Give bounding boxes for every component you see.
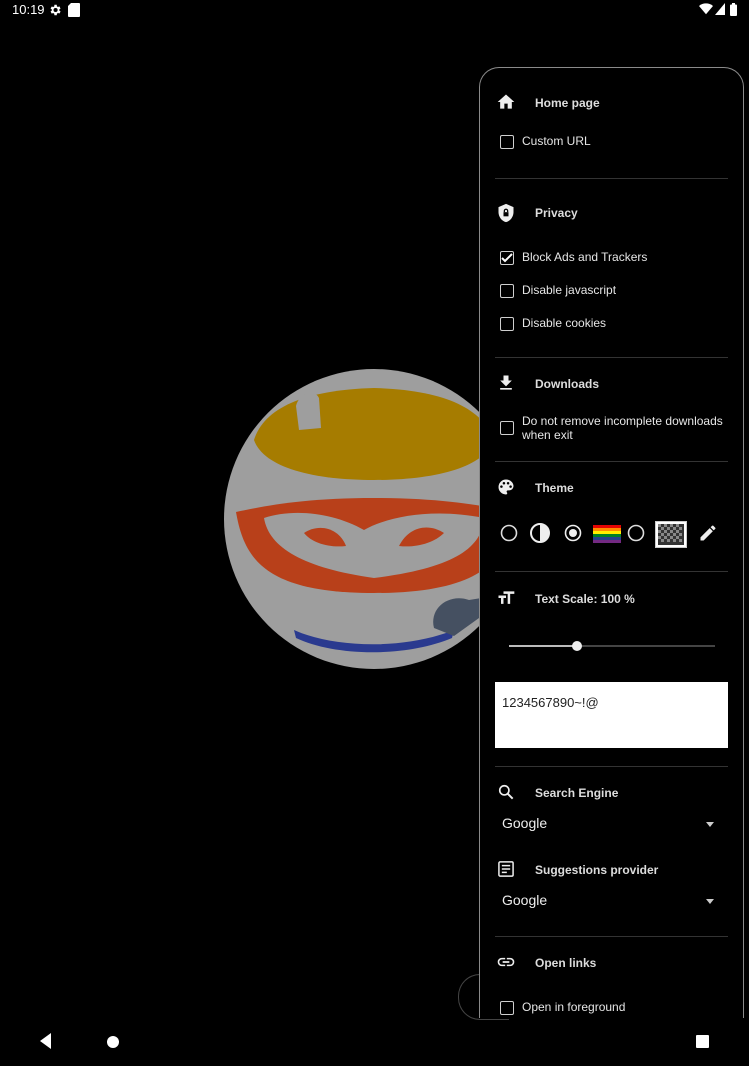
suggestions-provider-dropdown[interactable]: Google — [502, 890, 722, 914]
settings-icon — [50, 4, 61, 16]
palette-icon — [498, 479, 514, 495]
search-engine-dropdown[interactable]: Google — [502, 813, 722, 837]
settings-drawer: Home page Custom URL Privacy Block Ads a… — [479, 67, 744, 1018]
theme-option-light-radio[interactable] — [499, 523, 519, 543]
dropdown-arrow-icon — [706, 899, 714, 904]
checkbox-box[interactable] — [500, 135, 514, 149]
checkbox-label: Disable javascript — [522, 283, 617, 297]
edit-pencil-icon[interactable] — [698, 523, 718, 543]
section-suggestions-provider: Suggestions provider — [496, 859, 736, 883]
text-size-icon — [498, 591, 515, 604]
divider — [495, 766, 728, 767]
divider — [495, 178, 728, 179]
checkbox-label: Disable cookies — [522, 316, 607, 330]
list-article-icon — [498, 861, 514, 877]
rainbow-theme-icon[interactable] — [593, 525, 621, 543]
home-nav-icon[interactable] — [106, 1035, 120, 1049]
section-title: Suggestions provider — [535, 863, 659, 877]
checkbox-label: Block Ads and Trackers — [522, 250, 648, 264]
section-theme: Theme — [496, 477, 736, 501]
checkbox-label: Custom URL — [522, 134, 591, 148]
text-scale-sample-input[interactable]: 1234567890~!@ — [495, 682, 728, 748]
section-title: Theme — [535, 481, 574, 495]
divider — [495, 571, 728, 572]
divider — [495, 461, 728, 462]
sd-card-icon — [68, 3, 80, 17]
link-icon — [497, 957, 515, 967]
recents-icon[interactable] — [696, 1035, 709, 1048]
divider — [495, 936, 728, 937]
slider-thumb[interactable] — [571, 641, 582, 651]
section-open-links: Open links — [496, 952, 736, 976]
section-privacy: Privacy — [496, 202, 736, 226]
dropdown-arrow-icon — [706, 822, 714, 827]
status-time: 10:19 — [12, 2, 45, 17]
theme-option-custom-radio[interactable] — [626, 523, 646, 543]
shield-lock-icon — [498, 203, 514, 223]
section-home-page: Home page — [496, 92, 736, 116]
dropdown-value: Google — [502, 815, 548, 831]
search-icon — [498, 784, 514, 800]
section-title: Open links — [535, 956, 597, 970]
checkbox-box[interactable] — [500, 251, 514, 265]
section-title: Downloads — [535, 377, 600, 391]
download-icon — [500, 375, 512, 390]
section-search-engine: Search Engine — [496, 782, 736, 806]
section-title: Home page — [535, 96, 600, 110]
status-bar: 10:19 — [0, 0, 749, 22]
home-icon — [497, 94, 515, 109]
theme-contrast-icon[interactable] — [529, 522, 551, 544]
section-title: Text Scale: 100 % — [535, 592, 635, 606]
checkbox-box[interactable] — [500, 1001, 514, 1015]
navigation-bar — [0, 1018, 749, 1066]
section-title: Privacy — [535, 206, 578, 220]
checkbox-label: Do not remove incomplete downloads when … — [522, 414, 723, 442]
slider-fill — [509, 645, 577, 647]
checkbox-box[interactable] — [500, 317, 514, 331]
section-text-scale: Text Scale: 100 % — [496, 588, 736, 612]
battery-icon — [730, 3, 737, 16]
theme-option-dark-radio[interactable] — [563, 523, 583, 543]
text-scale-slider[interactable] — [509, 641, 715, 651]
wifi-icon — [699, 3, 713, 15]
transparent-theme-icon[interactable] — [655, 521, 687, 548]
section-downloads: Downloads — [496, 373, 736, 397]
section-title: Search Engine — [535, 786, 619, 800]
checkbox-box[interactable] — [500, 284, 514, 298]
divider — [495, 357, 728, 358]
checkbox-box[interactable] — [500, 421, 514, 435]
dropdown-value: Google — [502, 892, 548, 908]
back-icon[interactable] — [38, 1032, 54, 1050]
checkbox-label: Open in foreground — [522, 1000, 626, 1014]
cellular-signal-icon — [715, 3, 725, 15]
checkmark-icon — [501, 253, 513, 263]
